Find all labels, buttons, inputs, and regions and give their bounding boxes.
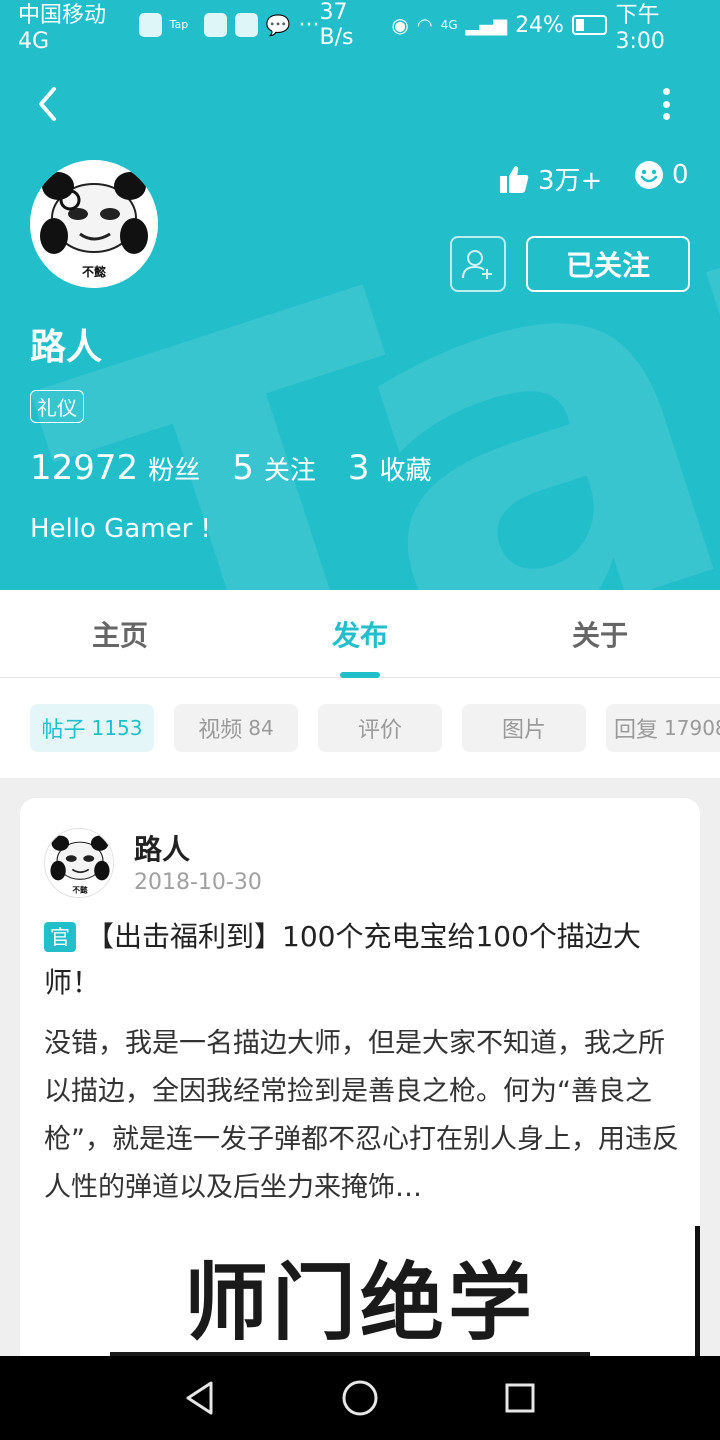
filter-count: 1153 xyxy=(91,716,143,740)
wifi-hotspot-notification-icon xyxy=(204,13,227,37)
post-card[interactable]: 不懿 路人 2018-10-30 官【出击福利到】100个充电宝给100个描边大… xyxy=(20,798,700,1438)
profile-tabs: 主页 发布 关于 xyxy=(0,590,720,678)
filter-label: 帖子 xyxy=(41,718,86,743)
fans-label[interactable]: 粉丝 xyxy=(148,450,200,487)
post-title[interactable]: 官【出击福利到】100个充电宝给100个描边大师！ xyxy=(44,914,680,1006)
network-type-text: 4G xyxy=(440,18,458,32)
likes-stat: 3万+ xyxy=(498,160,602,197)
back-button[interactable] xyxy=(28,84,68,124)
following-count[interactable]: 5 xyxy=(232,448,254,488)
nav-back-button[interactable] xyxy=(178,1376,222,1420)
post-image-text: 师门绝学 xyxy=(183,1254,536,1352)
filter-reviews-chip[interactable]: 评价 xyxy=(318,704,442,752)
post-excerpt[interactable]: 没错，我是一名描边大师，但是大家不知道，我之所以描边，全因我经常捡到是善良之枪。… xyxy=(44,1020,680,1212)
status-bar: 中国移动4G Tap 💬 ··· 37 B/s ◉ ◠ 4G ▂▄▆ 24% 下… xyxy=(0,0,720,54)
filter-label: 视频 xyxy=(198,718,243,743)
fans-count[interactable]: 12972 xyxy=(30,448,138,488)
taptap-notification-icon: Tap xyxy=(169,18,189,31)
dot-icon xyxy=(662,88,670,95)
avatar-caption: 不懿 xyxy=(72,884,88,894)
filter-label: 回复 xyxy=(614,718,659,743)
nav-home-button[interactable] xyxy=(338,1376,382,1420)
post-date: 2018-10-30 xyxy=(134,870,262,895)
eye-icon: ◉ xyxy=(391,13,409,37)
likes-count: 3万+ xyxy=(538,166,603,196)
filter-count: 17908 xyxy=(664,716,720,740)
thumbs-up-icon xyxy=(500,165,529,193)
add-friend-button[interactable] xyxy=(450,236,506,292)
network-speed-text: 37 B/s xyxy=(319,0,354,50)
post-author-avatar[interactable]: 不懿 xyxy=(44,828,114,898)
more-notifications-icon: ··· xyxy=(298,12,320,38)
nav-recents-button[interactable] xyxy=(498,1376,542,1420)
profile-bio: Hello Gamer ! xyxy=(30,514,211,544)
official-badge: 官 xyxy=(44,922,76,952)
signal-icon: ▂▄▆ xyxy=(465,14,508,36)
smile-icon xyxy=(635,161,663,189)
battery-percent-text: 24% xyxy=(515,12,564,38)
content-filter-bar: 帖子 1153 视频 84 评价 图片 回复 17908 xyxy=(0,678,720,778)
tab-about[interactable]: 关于 xyxy=(480,590,720,678)
filter-label: 图片 xyxy=(501,718,546,743)
filter-videos-chip[interactable]: 视频 84 xyxy=(174,704,298,752)
filter-count: 84 xyxy=(248,716,274,740)
carrier-text: 中国移动4G xyxy=(18,2,107,54)
user-tag-badge[interactable]: 礼仪 xyxy=(30,390,84,423)
tab-home[interactable]: 主页 xyxy=(0,590,240,678)
follow-status-button[interactable]: 已关注 xyxy=(526,236,690,292)
battery-icon xyxy=(571,15,608,35)
smiles-count: 0 xyxy=(672,160,689,190)
dot-icon xyxy=(662,113,670,120)
panda-avatar-icon: 不懿 xyxy=(45,829,113,897)
profile-username: 路人 xyxy=(30,327,103,368)
filter-label: 评价 xyxy=(357,718,402,743)
dot-icon xyxy=(662,100,670,108)
triangle-back-icon xyxy=(186,1381,213,1415)
taptap-watermark: TapTap xyxy=(0,0,720,590)
avatar-caption: 不懿 xyxy=(82,264,106,279)
game-notification-icon xyxy=(234,13,258,37)
more-options-button[interactable] xyxy=(648,84,684,124)
panda-avatar-icon: 不懿 xyxy=(30,160,158,288)
collect-label[interactable]: 收藏 xyxy=(379,450,431,487)
add-user-icon xyxy=(462,250,492,279)
square-recents-icon xyxy=(505,1383,535,1413)
chevron-left-icon xyxy=(39,87,56,121)
profile-avatar[interactable]: 不懿 xyxy=(30,160,158,288)
collect-count[interactable]: 3 xyxy=(348,448,370,488)
post-author-name[interactable]: 路人 xyxy=(134,828,190,868)
smiles-stat: 0 xyxy=(634,160,689,190)
profile-header: TapTap 中国移动4G Tap 💬 ··· 37 B/s ◉ ◠ 4G ▂▄… xyxy=(0,0,720,590)
circle-home-icon xyxy=(342,1380,378,1416)
wifi-icon: ◠ xyxy=(416,14,433,36)
app-notification-icon xyxy=(138,13,162,37)
profile-counts: 12972 粉丝 5 关注 3 收藏 xyxy=(30,448,464,488)
filter-posts-chip[interactable]: 帖子 1153 xyxy=(30,704,154,752)
clock-text: 下午3:00 xyxy=(615,2,665,54)
wechat-icon: 💬 xyxy=(265,13,291,37)
filter-images-chip[interactable]: 图片 xyxy=(462,704,586,752)
following-label[interactable]: 关注 xyxy=(264,450,316,487)
tab-posts[interactable]: 发布 xyxy=(240,590,480,678)
system-navigation-bar xyxy=(0,1356,720,1440)
post-title-text: 【出击福利到】100个充电宝给100个描边大师！ xyxy=(44,920,641,999)
filter-replies-chip[interactable]: 回复 17908 xyxy=(606,704,720,752)
